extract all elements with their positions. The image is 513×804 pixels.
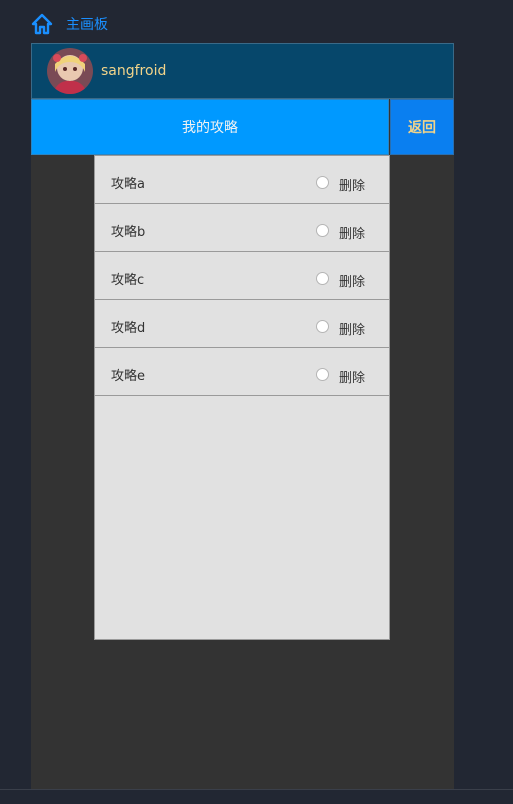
username: sangfroid [101,63,167,79]
breadcrumb-home-link[interactable]: 主画板 [66,14,108,34]
delete-label[interactable]: 删除 [339,367,365,386]
avatar[interactable] [47,48,93,94]
item-label[interactable]: 攻略b [111,221,145,240]
list-item: 攻略c 删除 [95,252,389,300]
list-item: 攻略b 删除 [95,204,389,252]
main-panel: sangfroid 我的攻略 返回 攻略a 删除 攻略b 删除 攻略c 删除 攻… [31,43,454,789]
user-bar: sangfroid [31,43,454,99]
strategy-list: 攻略a 删除 攻略b 删除 攻略c 删除 攻略d 删除 攻略e 删除 [94,155,390,640]
home-icon[interactable] [31,13,53,35]
delete-radio[interactable] [316,176,329,189]
list-item: 攻略a 删除 [95,156,389,204]
delete-radio[interactable] [316,320,329,333]
delete-radio[interactable] [316,368,329,381]
list-item: 攻略e 删除 [95,348,389,396]
item-label[interactable]: 攻略c [111,269,144,288]
delete-label[interactable]: 删除 [339,271,365,290]
page-title: 我的攻略 [31,99,389,155]
item-label[interactable]: 攻略a [111,173,145,192]
breadcrumb: 主画板 [31,12,108,36]
avatar-image [47,48,93,94]
list-item: 攻略d 删除 [95,300,389,348]
delete-label[interactable]: 删除 [339,175,365,194]
back-button[interactable]: 返回 [390,99,454,155]
item-label[interactable]: 攻略d [111,317,145,336]
title-bar: 我的攻略 返回 [31,99,454,155]
delete-radio[interactable] [316,272,329,285]
delete-label[interactable]: 删除 [339,319,365,338]
delete-radio[interactable] [316,224,329,237]
bottom-divider [0,789,513,804]
item-label[interactable]: 攻略e [111,365,145,384]
delete-label[interactable]: 删除 [339,223,365,242]
